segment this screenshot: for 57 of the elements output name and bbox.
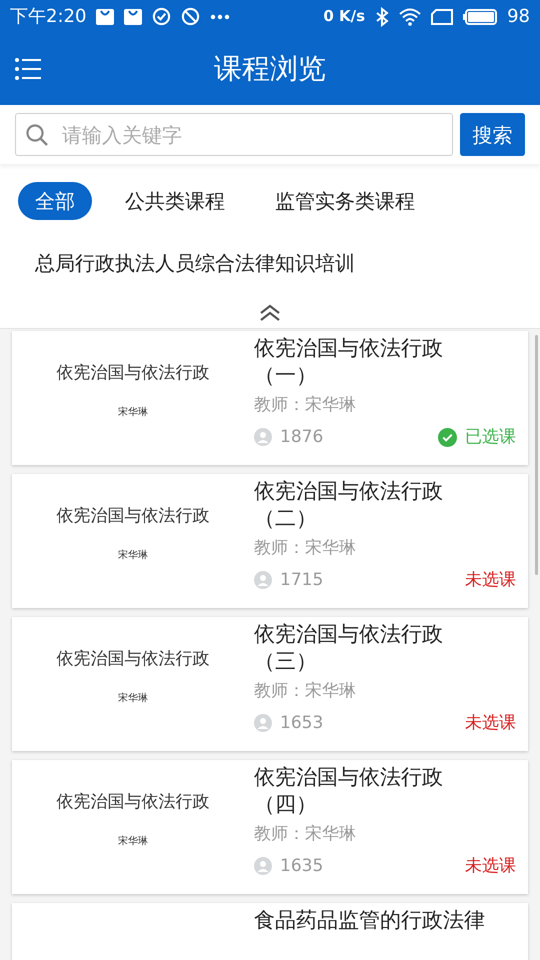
- course-card[interactable]: 依宪治国与依法行政 宋华琳 依宪治国与依法行政（三） 教师：宋华琳 1653 未选课: [12, 617, 528, 751]
- enrollment-status: 未选课: [465, 854, 516, 878]
- course-title: 依宪治国与依法行政（三）: [254, 621, 444, 675]
- mail-icon: [96, 8, 114, 24]
- more-icon: [210, 14, 230, 20]
- learner-count: 1653: [280, 712, 324, 734]
- course-card[interactable]: 食品药品监管的行政法律: [12, 903, 528, 960]
- clock: 下午2:20: [10, 5, 86, 29]
- wifi-icon: [399, 8, 422, 26]
- battery-level: 98: [507, 5, 530, 29]
- teacher-name: 教师：宋华琳: [254, 537, 357, 560]
- learner-count: 1715: [280, 568, 324, 592]
- collapse-icon[interactable]: [259, 304, 281, 322]
- category-tab[interactable]: 公共类课程: [108, 182, 242, 220]
- cover-author: 宋华琳: [118, 692, 148, 706]
- search-icon: [25, 123, 49, 147]
- cover-title: 依宪治国与依法行政: [56, 791, 210, 814]
- learner-count: 1635: [280, 854, 324, 878]
- cover-title: 依宪治国与依法行政: [56, 362, 210, 385]
- user-icon: [254, 428, 272, 446]
- user-icon: [254, 571, 272, 590]
- page-title: 课程浏览: [214, 51, 326, 87]
- search-field[interactable]: 请输入关键字: [15, 113, 453, 156]
- course-card[interactable]: 依宪治国与依法行政 宋华琳 依宪治国与依法行政（四） 教师：宋华琳 1635 未选课: [12, 760, 528, 894]
- menu-icon[interactable]: [14, 57, 42, 81]
- category-tab[interactable]: 全部: [18, 182, 92, 220]
- category-tab[interactable]: 监管实务类课程: [258, 182, 432, 220]
- course-card[interactable]: 依宪治国与依法行政 宋华琳 依宪治国与依法行政（一） 教师：宋华琳 1876 已选课: [12, 331, 528, 465]
- course-card[interactable]: 依宪治国与依法行政 宋华琳 依宪治国与依法行政（二） 教师：宋华琳 1715 未选课: [12, 474, 528, 608]
- course-title: 食品药品监管的行政法律: [254, 907, 486, 934]
- course-title: 依宪治国与依法行政（二）: [254, 478, 444, 532]
- enrollment-status: 未选课: [465, 712, 516, 734]
- cover-author: 宋华琳: [118, 406, 148, 420]
- teacher-name: 教师：宋华琳: [254, 394, 357, 417]
- bluetooth-icon: [375, 6, 390, 26]
- network-speed: 0 K/s: [323, 6, 366, 28]
- blocked-icon: [181, 7, 200, 26]
- search-button[interactable]: 搜索: [460, 113, 525, 156]
- check-circle-icon: [152, 7, 172, 26]
- enrollment-status: 未选课: [465, 568, 516, 592]
- check-circle-icon: [438, 428, 457, 447]
- teacher-name: 教师：宋华琳: [254, 680, 357, 703]
- cover-author: 宋华琳: [118, 548, 148, 562]
- course-title: 依宪治国与依法行政（一）: [254, 335, 444, 389]
- teacher-name: 教师：宋华琳: [254, 823, 357, 846]
- cover-title: 依宪治国与依法行政: [56, 648, 210, 671]
- learner-count: 1876: [280, 426, 324, 448]
- user-icon: [254, 714, 272, 732]
- category-tab[interactable]: 总局行政执法人员综合法律知识培训: [18, 244, 372, 282]
- battery-icon: [463, 8, 498, 24]
- enrollment-status: 已选课: [465, 426, 516, 448]
- user-icon: [254, 857, 272, 876]
- cover-title: 依宪治国与依法行政: [56, 505, 210, 528]
- sim-icon: [431, 8, 454, 24]
- mail-icon: [124, 8, 142, 24]
- cover-author: 宋华琳: [118, 834, 148, 848]
- course-title: 依宪治国与依法行政（四）: [254, 764, 444, 818]
